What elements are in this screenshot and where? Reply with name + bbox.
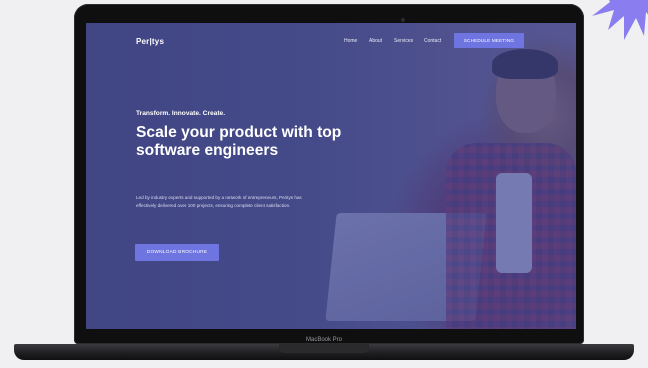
hero-headline: Scale your product with top software eng… (136, 124, 342, 159)
nav-home-link[interactable]: Home (344, 38, 357, 44)
hero-color-overlay (86, 23, 576, 329)
laptop-screen: Per|tys Home About Services Contact SCHE… (86, 23, 576, 329)
starburst-decoration (592, 0, 648, 40)
download-brochure-button[interactable]: DOWNLOAD BROCHURE (135, 244, 219, 261)
nav-about-link[interactable]: About (369, 38, 382, 44)
hero-tagline: Transform. Innovate. Create. (136, 110, 226, 117)
site-logo[interactable]: Per|tys (136, 37, 164, 46)
hero-description: Led by industry experts and supported by… (136, 195, 302, 208)
camera-dot (401, 18, 405, 22)
laptop-hinge-notch (279, 344, 369, 353)
schedule-meeting-button[interactable]: SCHEDULE MEETING (454, 33, 524, 48)
nav-contact-link[interactable]: Contact (424, 38, 441, 44)
device-label: MacBook Pro (305, 337, 342, 343)
top-navigation: Per|tys Home About Services Contact SCHE… (86, 23, 576, 59)
mockup-stage: Per|tys Home About Services Contact SCHE… (0, 0, 648, 368)
nav-services-link[interactable]: Services (394, 38, 413, 44)
